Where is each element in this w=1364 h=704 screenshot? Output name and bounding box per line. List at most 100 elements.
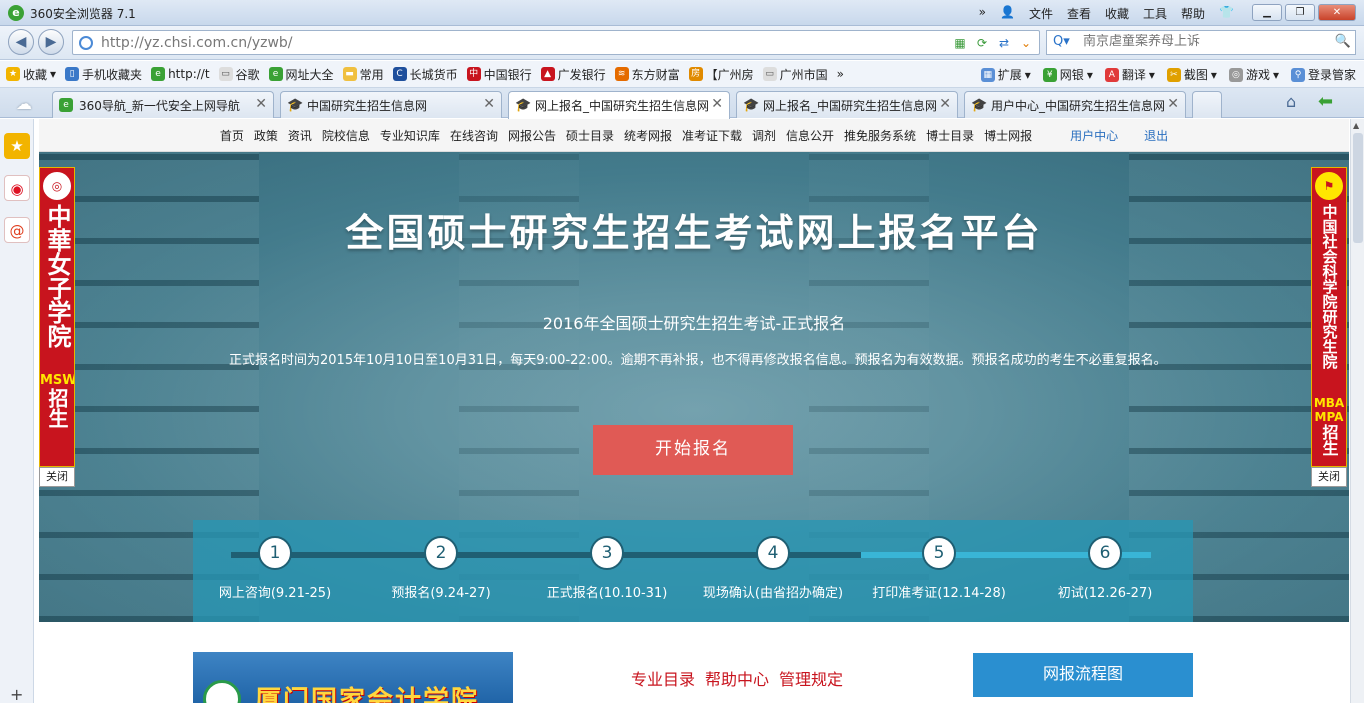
- link-major-catalog[interactable]: 专业目录: [631, 666, 695, 690]
- scroll-thumb[interactable]: [1353, 133, 1363, 243]
- forward-button[interactable]: ▶: [38, 29, 64, 55]
- search-engine-icon[interactable]: Q▾: [1053, 34, 1070, 49]
- web-page: 首页 政策 资讯 院校信息 专业知识库 在线咨询 网报公告 硕士目录 统考网报 …: [39, 119, 1349, 703]
- tab-close-icon[interactable]: ✕: [711, 96, 723, 112]
- minimize-button[interactable]: ▁: [1252, 4, 1282, 21]
- title-bar: e 360安全浏览器 7.1 » 👤 文件 查看 收藏 工具 帮助 👕 ▁ ❐ …: [0, 0, 1364, 26]
- fav-urls[interactable]: e 网址大全: [268, 66, 334, 83]
- step-2: 2 预报名(9.24-27): [361, 536, 521, 601]
- user-center-link[interactable]: 用户中心: [1065, 127, 1123, 144]
- step-1: 1 网上咨询(9.21-25): [195, 536, 355, 601]
- link-regulations[interactable]: 管理规定: [779, 666, 843, 690]
- favorites-star-icon[interactable]: ★: [4, 133, 30, 159]
- weibo-icon[interactable]: ◉: [4, 175, 30, 201]
- home-icon[interactable]: ⌂: [1286, 92, 1296, 111]
- site-nav: 首页 政策 资讯 院校信息 专业知识库 在线咨询 网报公告 硕士目录 统考网报 …: [39, 119, 1349, 152]
- tool-translate[interactable]: A 翻译 ▾: [1104, 66, 1155, 83]
- right-floating-ad[interactable]: ⚑ 中国社会科学院研究生院 MBA MPA 招生: [1311, 167, 1347, 467]
- tool-screenshot[interactable]: ✂ 截图 ▾: [1166, 66, 1217, 83]
- fav-google[interactable]: ▭ 谷歌: [218, 66, 260, 83]
- tab-online-registration-active[interactable]: 🎓 网上报名_中国研究生招生信息网 ✕: [508, 91, 730, 119]
- fav-http[interactable]: e http://t: [151, 67, 210, 81]
- fav-collect[interactable]: ★ 收藏 ▾: [6, 66, 56, 83]
- link-help-center[interactable]: 帮助中心: [705, 666, 769, 690]
- tool-extensions[interactable]: ▦ 扩展 ▾: [980, 66, 1031, 83]
- fav-gzhouse[interactable]: 房【广州房: [688, 66, 754, 83]
- dropdown-icon[interactable]: ⌄: [1017, 34, 1035, 52]
- tab-close-icon[interactable]: ✕: [483, 96, 495, 112]
- search-icon[interactable]: 🔍: [1335, 34, 1351, 49]
- menu-view[interactable]: 查看: [1067, 5, 1091, 22]
- left-floating-ad[interactable]: ◎ 中華女子学院 MSW 招生: [39, 167, 75, 467]
- fav-eastmoney[interactable]: ≋ 东方财富: [614, 66, 680, 83]
- user-icon[interactable]: 👤: [1000, 5, 1015, 22]
- xiamen-accounting-banner[interactable]: 厦门国家会计学院: [193, 652, 513, 703]
- fav-common[interactable]: ▬ 常用: [342, 66, 384, 83]
- close-window-button[interactable]: ✕: [1318, 4, 1356, 21]
- menu-favorites[interactable]: 收藏: [1105, 5, 1129, 22]
- skin-icon[interactable]: 👕: [1219, 5, 1234, 22]
- nav-transfer[interactable]: 调剂: [747, 127, 781, 144]
- nav-announcements[interactable]: 网报公告: [503, 127, 561, 144]
- tab-close-icon[interactable]: ✕: [1167, 96, 1179, 112]
- nav-schools[interactable]: 院校信息: [317, 127, 375, 144]
- tool-ebank[interactable]: ¥ 网银 ▾: [1042, 66, 1093, 83]
- menu-file[interactable]: 文件: [1029, 5, 1053, 22]
- tool-login-manager[interactable]: ⚲ 登录管家: [1290, 66, 1356, 83]
- nav-consult[interactable]: 在线咨询: [445, 127, 503, 144]
- fav-gzcity[interactable]: ▭ 广州市国: [762, 66, 828, 83]
- left-ad-close-button[interactable]: 关闭: [39, 467, 75, 487]
- page-scrollbar[interactable]: ▲: [1350, 119, 1364, 703]
- tab-chsi-home[interactable]: 🎓 中国研究生招生信息网 ✕: [280, 91, 502, 118]
- tool-games[interactable]: ◎ 游戏 ▾: [1228, 66, 1279, 83]
- boc-icon: 中: [466, 67, 481, 81]
- nav-news[interactable]: 资讯: [283, 127, 317, 144]
- qr-code-icon[interactable]: ▦: [951, 34, 969, 52]
- nav-phd-catalog[interactable]: 博士目录: [921, 127, 979, 144]
- nav-majors[interactable]: 专业知识库: [375, 127, 445, 144]
- address-bar[interactable]: ▦ ⟳ ⇄ ⌄: [72, 30, 1040, 55]
- undo-close-icon[interactable]: ⬅: [1318, 91, 1333, 112]
- refresh-icon[interactable]: ⟳: [973, 34, 991, 52]
- bank-icon: C: [392, 67, 407, 81]
- fav-more[interactable]: »: [837, 67, 844, 81]
- scroll-up-icon[interactable]: ▲: [1353, 121, 1359, 130]
- menu-more-icon[interactable]: »: [979, 5, 986, 22]
- step-6: 6 初试(12.26-27): [1025, 536, 1185, 601]
- tab-close-icon[interactable]: ✕: [255, 96, 267, 112]
- tab-close-icon[interactable]: ✕: [939, 96, 951, 112]
- nav-recommendation[interactable]: 推免服务系统: [839, 127, 921, 144]
- nav-policy[interactable]: 政策: [249, 127, 283, 144]
- nav-admission-ticket[interactable]: 准考证下载: [677, 127, 747, 144]
- tab-user-center[interactable]: 🎓 用户中心_中国研究生招生信息网 ✕: [964, 91, 1186, 118]
- search-input[interactable]: [1083, 34, 1323, 49]
- nav-disclosure[interactable]: 信息公开: [781, 127, 839, 144]
- maximize-button[interactable]: ❐: [1285, 4, 1315, 21]
- search-box[interactable]: Q▾ 🔍: [1046, 30, 1356, 55]
- url-input[interactable]: [101, 34, 951, 52]
- nav-exam-registration[interactable]: 统考网报: [619, 127, 677, 144]
- compat-mode-icon[interactable]: ⇄: [995, 34, 1013, 52]
- nav-master-catalog[interactable]: 硕士目录: [561, 127, 619, 144]
- nav-home[interactable]: 首页: [215, 127, 249, 144]
- right-ad-close-button[interactable]: 关闭: [1311, 467, 1347, 487]
- start-registration-button[interactable]: 开始报名: [593, 425, 793, 475]
- step-4: 4 现场确认(由省招办确定): [693, 536, 853, 601]
- back-button[interactable]: ◀: [8, 29, 34, 55]
- menu-tools[interactable]: 工具: [1143, 5, 1167, 22]
- cloud-icon[interactable]: ☁: [16, 94, 32, 113]
- tab-online-registration[interactable]: 🎓 网上报名_中国研究生招生信息网 ✕: [736, 91, 958, 118]
- logout-link[interactable]: 退出: [1139, 127, 1173, 144]
- page-icon: ▭: [218, 67, 233, 81]
- fav-cgb[interactable]: ▲ 广发银行: [540, 66, 606, 83]
- nav-phd-registration[interactable]: 博士网报: [979, 127, 1037, 144]
- fav-boc[interactable]: 中中国银行: [466, 66, 532, 83]
- menu-help[interactable]: 帮助: [1181, 5, 1205, 22]
- mail-at-icon[interactable]: @: [4, 217, 30, 243]
- new-tab-button[interactable]: [1192, 91, 1222, 118]
- registration-flow-button[interactable]: 网报流程图: [973, 653, 1193, 697]
- sidebar-add-icon[interactable]: +: [10, 685, 23, 704]
- tab-360-nav[interactable]: e 360导航_新一代安全上网导航 ✕: [52, 91, 274, 118]
- fav-greatwall[interactable]: C 长城货币: [392, 66, 458, 83]
- fav-mobile[interactable]: ▯ 手机收藏夹: [65, 66, 142, 83]
